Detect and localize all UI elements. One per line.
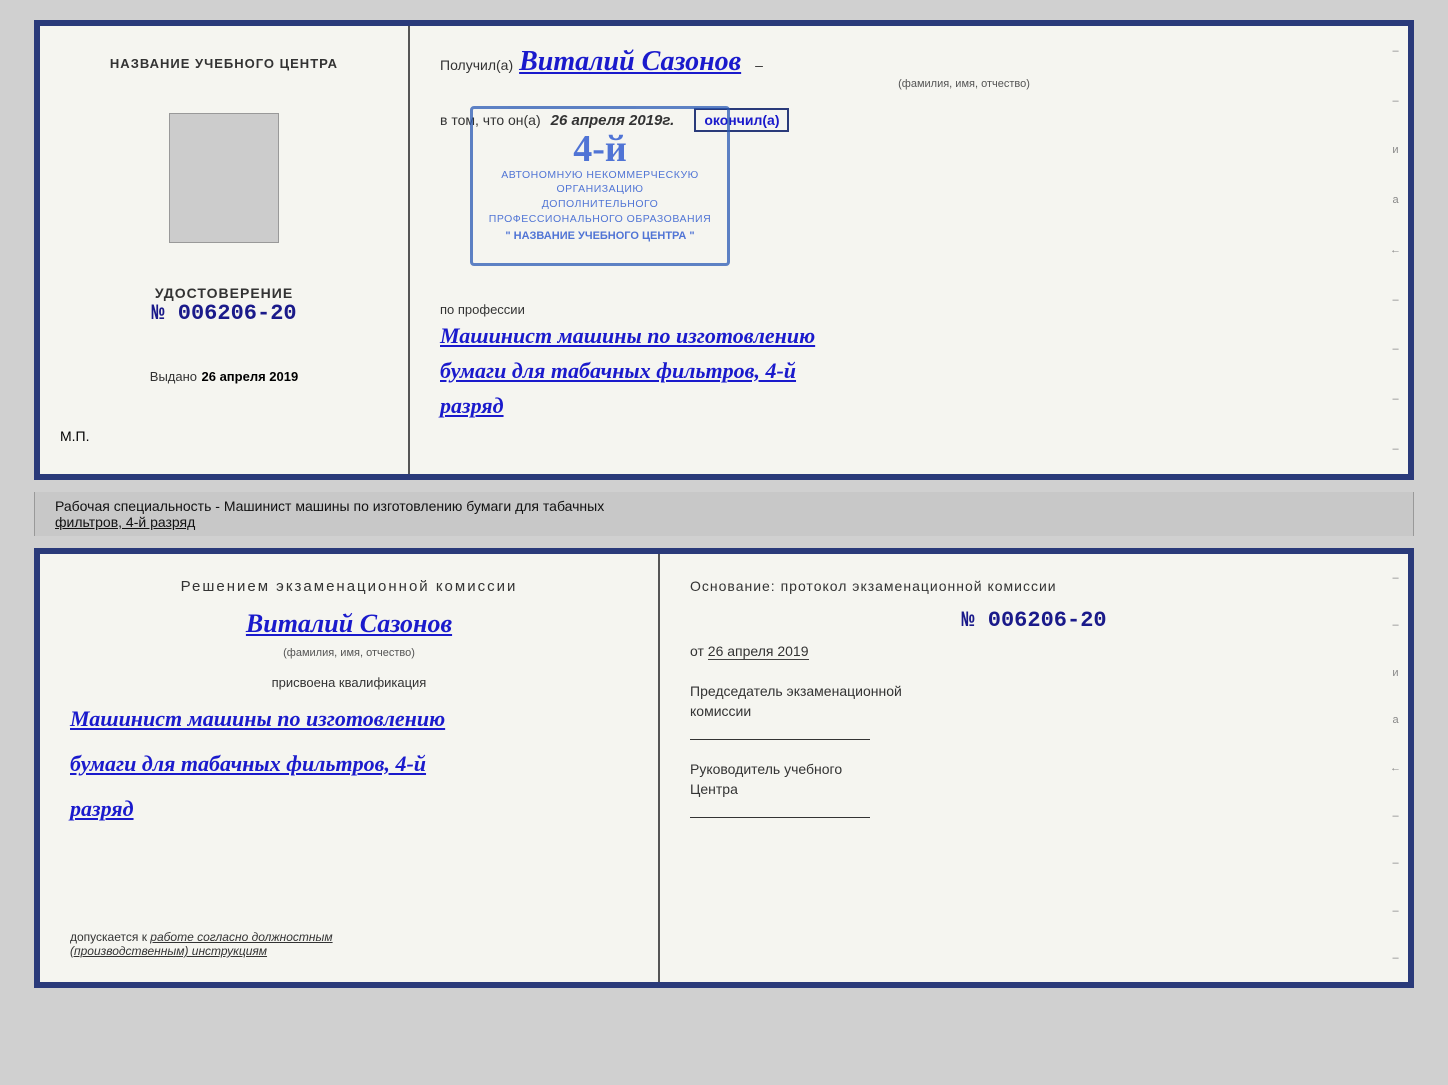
dash-2: – [1392,95,1398,107]
rukovoditel-title: Руководитель учебного Центра [690,760,1378,799]
ot-prefix: от [690,643,704,659]
vydano-date: 26 апреля 2019 [202,369,299,384]
osnovanie-text: Основание: протокол экзаменационной коми… [690,578,1378,594]
qualification-line2: бумаги для табачных фильтров, 4-й [70,749,628,780]
predsedatel-title: Председатель экзаменационной комиссии [690,682,1378,721]
page-wrapper: НАЗВАНИЕ УЧЕБНОГО ЦЕНТРА УДОСТОВЕРЕНИЕ №… [0,0,1448,1085]
stamp-line3: " НАЗВАНИЕ УЧЕБНОГО ЦЕНТРА " [505,230,694,242]
udostoverenie-number: № 006206-20 [151,301,296,326]
bdash-3: – [1392,810,1398,822]
poluchil-prefix: Получил(а) [440,57,513,73]
poluchil-row: Получил(а) Виталий Сазонов – [440,46,1378,78]
profession-line2: бумаги для табачных фильтров, 4-й [440,356,1378,387]
ba-label: а [1392,714,1398,726]
middle-text2: фильтров, 4-й разряд [55,514,195,530]
rukovoditel-signature-line [690,817,870,818]
ot-date-value: 26 апреля 2019 [708,643,809,660]
predsedatel-block: Председатель экзаменационной комиссии [690,682,1378,740]
middle-text1: Рабочая специальность - Машинист машины … [55,498,604,514]
bdash-1: – [1392,572,1398,584]
po-professii: по профессии [440,302,1378,317]
udostoverenie-block: УДОСТОВЕРЕНИЕ № 006206-20 [151,285,296,326]
a-label: а [1392,194,1398,206]
stamp-line2: ДОПОЛНИТЕЛЬНОГО ПРОФЕССИОНАЛЬНОГО ОБРАЗО… [481,197,719,226]
qualification-line1: Машинист машины по изготовлению [70,704,628,735]
stamp-num: 4-й [573,130,627,168]
rukovoditel-block: Руководитель учебного Центра [690,760,1378,818]
prisvoena: присвоена квалификация [70,675,628,690]
bi-label: и [1392,667,1398,679]
dash-5: – [1392,393,1398,405]
dopuskaetsya: допускается к работе согласно должностны… [70,910,628,958]
okonchil-box: окончил(а) [694,108,789,132]
predsedatel-signature-line [690,739,870,740]
right-edge-dashes: – – и а ← – – – – [1383,26,1408,474]
bdash-2: – [1392,619,1398,631]
middle-strip: Рабочая специальность - Машинист машины … [34,492,1414,536]
vtom-row: в том, что он(а) 26 апреля 2019г. окончи… [440,108,1378,132]
bdash-4: – [1392,857,1398,869]
dopuskaetsya-prefix: допускается к [70,930,147,944]
bottom-document: Решением экзаменационной комиссии Витали… [34,548,1414,988]
dash-6: – [1392,443,1398,455]
resheniyem-title: Решением экзаменационной комиссии [70,578,628,595]
vydano-label: Выдано [150,369,197,384]
vtom-prefix: в том, что он(а) [440,112,541,128]
predsedatel-line2: комиссии [690,703,751,719]
profession-line1: Машинист машины по изготовлению [440,321,1378,352]
dash-4: – [1392,343,1398,355]
cursive-name: Виталий Сазонов [70,609,628,639]
dash-1: – [1392,45,1398,57]
bdash-6: – [1392,952,1398,964]
bdash-5: – [1392,905,1398,917]
profession-line3: разряд [440,391,1378,422]
bottom-left: Решением экзаменационной комиссии Витали… [40,554,660,982]
dash: – [755,57,763,73]
protocol-number: № 006206-20 [690,608,1378,633]
arrow-label: ← [1390,244,1401,256]
mp-label: М.П. [60,428,90,444]
udostoverenie-title: УДОСТОВЕРЕНИЕ [151,285,296,301]
rukovoditel-line1: Руководитель учебного [690,761,842,777]
recipient-name: Виталий Сазонов [519,46,741,78]
vydano-line: Выдано 26 апреля 2019 [150,368,298,386]
bottom-right: Основание: протокол экзаменационной коми… [660,554,1408,982]
vtom-date: 26 апреля 2019г. [551,112,675,129]
top-document: НАЗВАНИЕ УЧЕБНОГО ЦЕНТРА УДОСТОВЕРЕНИЕ №… [34,20,1414,480]
rukovoditel-line2: Центра [690,781,738,797]
barrow-label: ← [1390,762,1401,774]
photo-placeholder [169,113,279,243]
qualification-line3: разряд [70,794,628,825]
center-label: НАЗВАНИЕ УЧЕБНОГО ЦЕНТРА [110,56,338,71]
doc-right: Получил(а) Виталий Сазонов – (фамилия, и… [410,26,1408,474]
doc-left: НАЗВАНИЕ УЧЕБНОГО ЦЕНТРА УДОСТОВЕРЕНИЕ №… [40,26,410,474]
dash-3: – [1392,294,1398,306]
dopuskaetsya-cursive: работе согласно должностным [150,930,332,944]
fio-sub-bottom: (фамилия, имя, отчество) [70,647,628,659]
ot-date: от 26 апреля 2019 [690,643,1378,660]
right-edge-dashes-bottom: – – и а ← – – – – [1383,554,1408,982]
dopuskaetsya-cursive2: (производственным) инструкциям [70,944,267,958]
predsedatel-line1: Председатель экзаменационной [690,683,902,699]
i-label: и [1392,144,1398,156]
fio-sub-top: (фамилия, имя, отчество) [550,78,1378,90]
stamp-line1: АВТОНОМНУЮ НЕКОММЕРЧЕСКУЮ ОРГАНИЗАЦИЮ [481,168,719,197]
